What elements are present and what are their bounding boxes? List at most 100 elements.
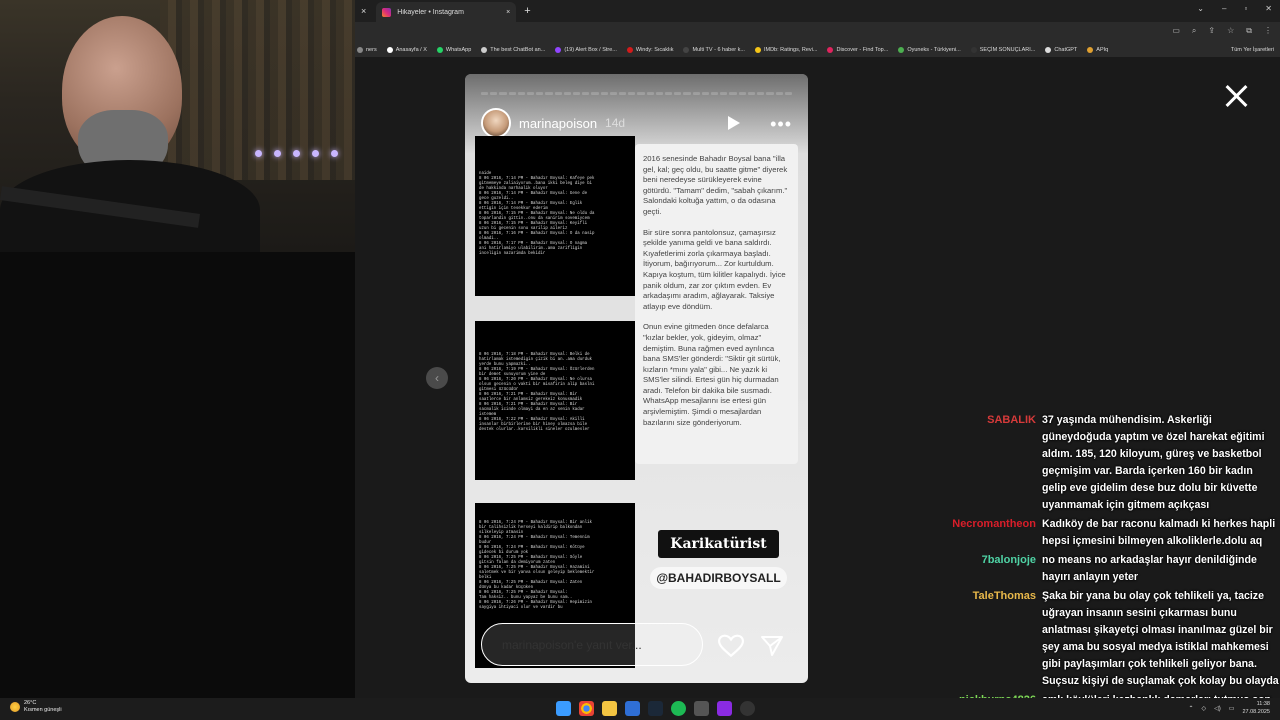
bookmark-item[interactable]: Windy: Sıcaklık <box>626 46 674 53</box>
bookmark-label: Anasayfa / X <box>395 46 427 53</box>
menu-icon[interactable]: ⋮ <box>1264 26 1272 36</box>
tab-close-icon[interactable]: × <box>506 9 510 16</box>
chat-username[interactable]: TaleThomas <box>950 588 1036 690</box>
bookmark-label: SEÇİM SONUÇLARI... <box>979 46 1036 53</box>
instagram-icon <box>382 7 392 17</box>
volume-icon[interactable]: ◁) <box>1214 705 1221 712</box>
weather-widget[interactable]: 26°C Kısmen güneşli <box>10 700 62 714</box>
bookmark-favicon-icon <box>481 46 488 53</box>
obs-icon[interactable] <box>740 701 755 716</box>
close-story-icon[interactable] <box>1225 84 1249 108</box>
weather-status: Kısmen güneşli <box>24 707 62 713</box>
windows-start-icon[interactable] <box>556 701 571 716</box>
bookmark-item[interactable]: ChatGPT <box>1045 46 1078 53</box>
tab-instagram[interactable]: Hikayeler • Instagram × <box>376 2 517 22</box>
chevron-up-icon[interactable]: ⌃ <box>1189 705 1194 712</box>
steam-icon[interactable] <box>648 701 663 716</box>
bookmark-label: Oyuneks - Türkiyeni... <box>907 46 961 53</box>
bookmark-item[interactable]: APIq <box>1087 46 1109 53</box>
story-card: marinapoison 14d ••• naide 8 06 2016, 7:1… <box>465 74 808 683</box>
clock[interactable]: 11:38 27.08.2025 <box>1242 700 1270 716</box>
chat-log-line: destek olurlar..karsilikli sineler ozulm… <box>479 428 590 432</box>
avatar[interactable] <box>481 108 511 138</box>
all-bookmarks[interactable]: Tüm Yer İşaretleri <box>1231 47 1274 53</box>
app-icon-2[interactable] <box>717 701 732 716</box>
cast-icon[interactable]: ▭ <box>1172 26 1180 36</box>
handle-sticker[interactable]: @BAHADIRBOYSALL <box>650 567 787 589</box>
share-icon[interactable]: ⇪ <box>1208 26 1215 36</box>
karikaturist-sticker: Karikatürist <box>658 530 779 558</box>
tab-title: Hikayeler • Instagram <box>397 8 464 16</box>
bookmark-item[interactable]: Anasayfa / X <box>386 46 427 53</box>
story-header: marinapoison 14d ••• <box>481 108 792 138</box>
heart-icon[interactable] <box>718 634 744 658</box>
settings-icon[interactable] <box>694 701 709 716</box>
bookmark-favicon-icon <box>626 46 633 53</box>
led-lights <box>255 150 338 157</box>
bookmark-label: IMDb: Ratings, Revi... <box>763 46 818 53</box>
bookmark-favicon-icon <box>357 46 363 53</box>
bookmark-item[interactable]: IMDb: Ratings, Revi... <box>754 46 818 53</box>
windows-taskbar: 26°C Kısmen güneşli ⌃ ◇ ◁) ▭ 11:38 27.08… <box>0 698 1280 720</box>
bookmark-item[interactable]: WhatsApp <box>436 46 471 53</box>
bookmark-item[interactable]: SEÇİM SONUÇLARI... <box>970 46 1036 53</box>
bookmark-favicon-icon <box>827 46 834 53</box>
whatsapp-screenshot-1: naide 8 06 2016, 7:14 PM - Bahadır Boysal… <box>475 136 635 296</box>
bookmark-favicon-icon <box>1087 46 1094 53</box>
story-paragraph-3: Onun evine gitmeden önce defalarca "kızl… <box>643 322 781 427</box>
clock-date: 27.08.2025 <box>1242 709 1270 715</box>
play-icon[interactable] <box>728 116 740 130</box>
network-icon[interactable]: ◇ <box>1202 705 1207 712</box>
bookmark-label: ChatGPT <box>1054 46 1078 53</box>
previous-story-button[interactable]: ‹ <box>426 367 448 389</box>
zoom-icon[interactable]: ⌕ <box>1192 26 1196 36</box>
close-icon[interactable]: ✕ <box>1265 4 1272 13</box>
story-username[interactable]: marinapoison <box>519 116 597 131</box>
bookmark-item[interactable]: The best ChatBot an... <box>481 46 545 53</box>
reply-input[interactable]: marinapoison'e yanıt ver... <box>481 623 703 666</box>
spotify-icon[interactable] <box>671 701 686 716</box>
app-icon[interactable] <box>625 701 640 716</box>
chat-username[interactable]: SABALIK <box>950 412 1036 514</box>
bookmark-label: APIq <box>1096 46 1109 53</box>
chat-username[interactable]: Necromantheon <box>950 516 1036 550</box>
bookmark-favicon-icon <box>898 46 905 53</box>
chrome-icon[interactable] <box>579 701 594 716</box>
window-controls: ⌄ – ▫ ✕ <box>1197 4 1272 13</box>
file-explorer-icon[interactable] <box>602 701 617 716</box>
send-icon[interactable] <box>760 634 784 658</box>
story-paragraph-2: Bir süre sonra pantolonsuz, çamaşırsız ş… <box>643 227 786 311</box>
bookmark-favicon-icon <box>555 46 562 53</box>
bookmark-favicon-icon <box>436 46 443 53</box>
battery-icon[interactable]: ▭ <box>1229 705 1235 712</box>
chat-log-line: saygiya ihtiyaci olur ve vardir bu <box>479 606 563 610</box>
new-tab-button[interactable]: + <box>524 5 530 17</box>
more-options-icon[interactable]: ••• <box>770 114 792 135</box>
clock-time: 11:38 <box>1256 701 1270 707</box>
chat-message: SABALIK 37 yaşında mühendisim. Askerliği … <box>950 412 1280 514</box>
close-window-icon[interactable]: × <box>361 6 366 16</box>
chevron-down-icon[interactable]: ⌄ <box>1197 4 1204 13</box>
bookmark-item[interactable]: (19) Alert Box / Stre... <box>555 46 617 53</box>
chat-text: 37 yaşında mühendisim. Askerliği güneydo… <box>1042 414 1265 511</box>
bookmark-item[interactable]: Oyuneks - Türkiyeni... <box>898 46 961 53</box>
bookmark-label: (19) Alert Box / Stre... <box>564 46 617 53</box>
bookmark-favicon-icon <box>970 46 977 53</box>
chat-text: no means no arkadaşlar hayır denildiğind… <box>1042 554 1257 583</box>
bookmark-item[interactable]: Multi TV - 6 haber k... <box>683 46 745 53</box>
story-paragraph-1: 2016 senesinde Bahadır Boysal bana "illa… <box>643 154 788 216</box>
system-tray: ⌃ ◇ ◁) ▭ 11:38 27.08.2025 <box>1189 700 1270 716</box>
bookmark-label: Windy: Sıcaklık <box>635 46 674 53</box>
chat-log-line: inceligin nazarimda bekidir <box>479 252 546 256</box>
address-bar-icons: ▭ ⌕ ⇪ ☆ ⧉ ⋮ <box>1172 26 1272 36</box>
bookmark-item[interactable]: Discover - Find Top... <box>827 46 888 53</box>
extensions-icon[interactable]: ⧉ <box>1246 26 1252 36</box>
minimize-icon[interactable]: – <box>1222 4 1226 13</box>
chat-text: Şaka bir yana bu olay çok tehlikeli ya, … <box>1042 590 1279 687</box>
whatsapp-screenshot-2: 8 06 2016, 7:18 PM - Bahadır Boysal: Bel… <box>475 321 635 480</box>
star-icon[interactable]: ☆ <box>1227 26 1234 36</box>
bookmark-item[interactable]: ners <box>357 46 377 53</box>
chat-username[interactable]: 7balonjoje <box>950 552 1036 586</box>
address-bar[interactable]: ▭ ⌕ ⇪ ☆ ⧉ ⋮ <box>355 22 1280 42</box>
maximize-icon[interactable]: ▫ <box>1244 4 1247 13</box>
